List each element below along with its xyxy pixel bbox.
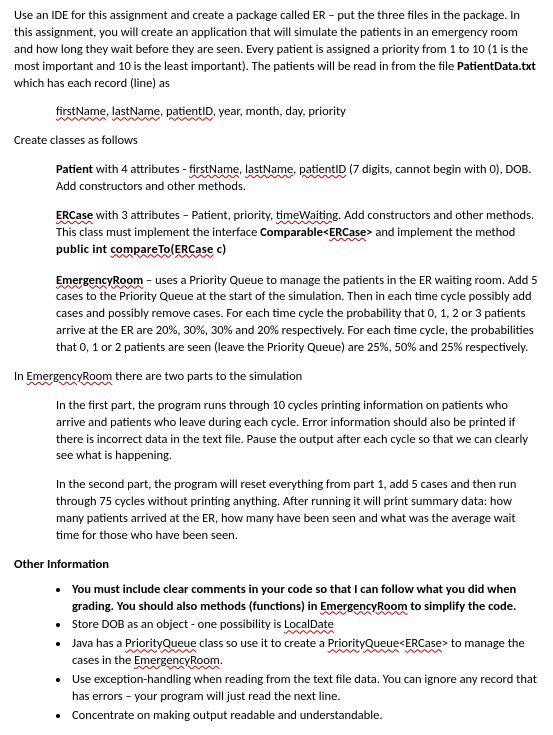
field-patientid: patientID [166, 104, 213, 119]
class-name-ercase: ERCase [56, 208, 93, 223]
simulation-part2: In the second part, the program will res… [56, 477, 539, 545]
create-classes-label: Create classes as follows [14, 133, 539, 150]
class-name-emergencyroom: EmergencyRoom [56, 273, 143, 288]
class-ercase: ERCase with 3 attributes – Patient, prio… [56, 208, 539, 259]
simulation-part1: In the first part, the program runs thro… [56, 398, 539, 466]
bullet1-er: EmergencyRoom [320, 599, 407, 614]
attr-firstname: firstName [189, 162, 239, 177]
intro-text-c: which has each record (line) as [14, 76, 170, 91]
attr-timewaiting: timeWaiting [276, 208, 338, 223]
text: with 3 attributes – Patient, priority, [93, 208, 276, 223]
class-name-patient: Patient [56, 162, 93, 177]
bullet3-text-a: Java has a [72, 636, 125, 651]
list-item: Java has a PriorityQueue class so use it… [70, 636, 539, 670]
class-patient: Patient with 4 attributes - firstName, l… [56, 162, 539, 196]
filename: PatientData.txt [457, 59, 536, 74]
field-lastname: lastName [112, 104, 160, 119]
bullet3-period: . [220, 653, 223, 668]
record-line: firstName, lastName, patientID, year, mo… [56, 104, 539, 121]
intro-text-a: Use an IDE for this assignment and creat… [14, 8, 528, 74]
text: In [14, 369, 27, 384]
bullet3-pq2: PriorityQueue [328, 636, 399, 651]
code-param: c) [214, 242, 227, 257]
list-item: Use exception-handling when reading from… [70, 672, 539, 706]
bullet3-text-c: class so use it to create a [196, 636, 327, 651]
other-information-heading: Other Information [14, 557, 539, 574]
field-firstname: firstName [56, 104, 106, 119]
attr-lastname: lastName [245, 162, 293, 177]
text: and implement the method [373, 225, 516, 240]
bullet1-text-c: to simplify the code. [408, 599, 517, 614]
bullet2-text-a: Store DOB as an object - one possibility… [72, 617, 284, 632]
intro-paragraph: Use an IDE for this assignment and creat… [14, 8, 539, 92]
in-emergencyroom-label: In EmergencyRoom there are two parts to … [14, 369, 539, 386]
attr-patientid: patientID [299, 162, 346, 177]
record-rest: , year, month, day, priority [213, 104, 346, 119]
text: with 4 attributes - [93, 162, 189, 177]
interface-type: ERCase [329, 225, 366, 240]
text: there are two parts to the simulation [112, 369, 302, 384]
name-emergencyroom: EmergencyRoom [27, 369, 113, 384]
list-item: Store DOB as an object - one possibility… [70, 617, 539, 634]
list-item: You must include clear comments in your … [70, 582, 539, 616]
bullet3-ercase: ERCase [405, 636, 442, 651]
bullet3-er: EmergencyRoom [134, 653, 220, 668]
class-emergencyroom: EmergencyRoom – uses a Priority Queue to… [56, 273, 539, 357]
list-item: Concentrate on making output readable an… [70, 708, 539, 725]
bullet2-localdate: LocalDate [284, 617, 334, 632]
bullet3-pq1: PriorityQueue [125, 636, 196, 651]
interface-comparable: Comparable< [260, 225, 329, 240]
bullets-list: You must include clear comments in your … [14, 582, 539, 725]
code-compareto: compareTo(ERCase [110, 242, 213, 257]
code-public-int: public int [56, 242, 110, 257]
